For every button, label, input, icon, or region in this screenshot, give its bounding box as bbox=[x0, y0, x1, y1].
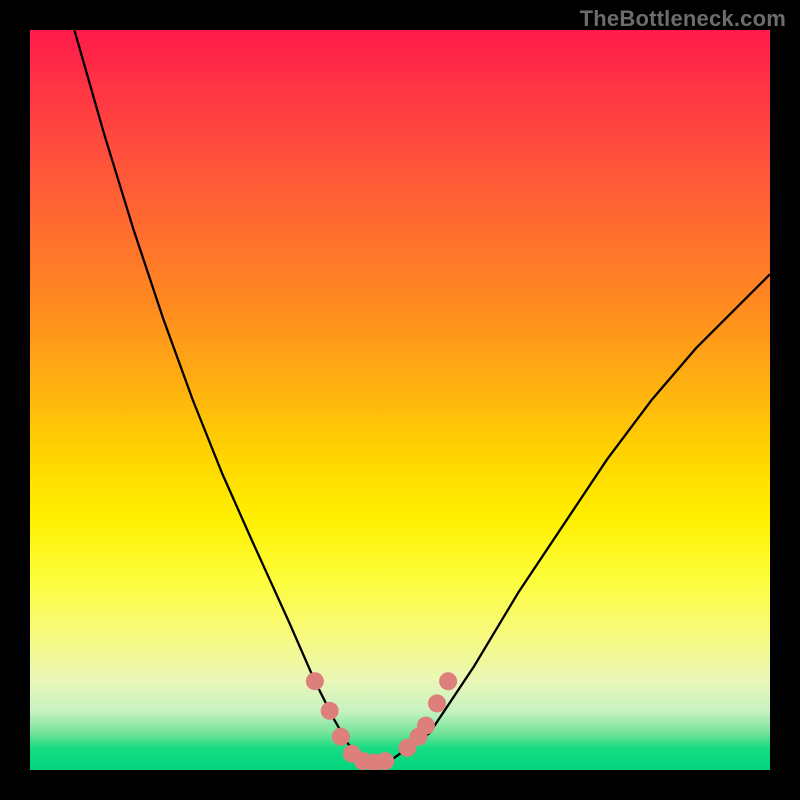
plot-area bbox=[30, 30, 770, 770]
watermark-text: TheBottleneck.com bbox=[580, 6, 786, 32]
marker-point bbox=[428, 694, 446, 712]
marker-point bbox=[321, 702, 339, 720]
chart-frame: TheBottleneck.com bbox=[0, 0, 800, 800]
chart-svg bbox=[30, 30, 770, 770]
marker-point bbox=[306, 672, 324, 690]
marker-point bbox=[439, 672, 457, 690]
bottleneck-curve bbox=[74, 30, 770, 763]
bottom-markers bbox=[306, 672, 457, 770]
marker-point bbox=[417, 717, 435, 735]
marker-point bbox=[376, 752, 394, 770]
marker-point bbox=[332, 728, 350, 746]
